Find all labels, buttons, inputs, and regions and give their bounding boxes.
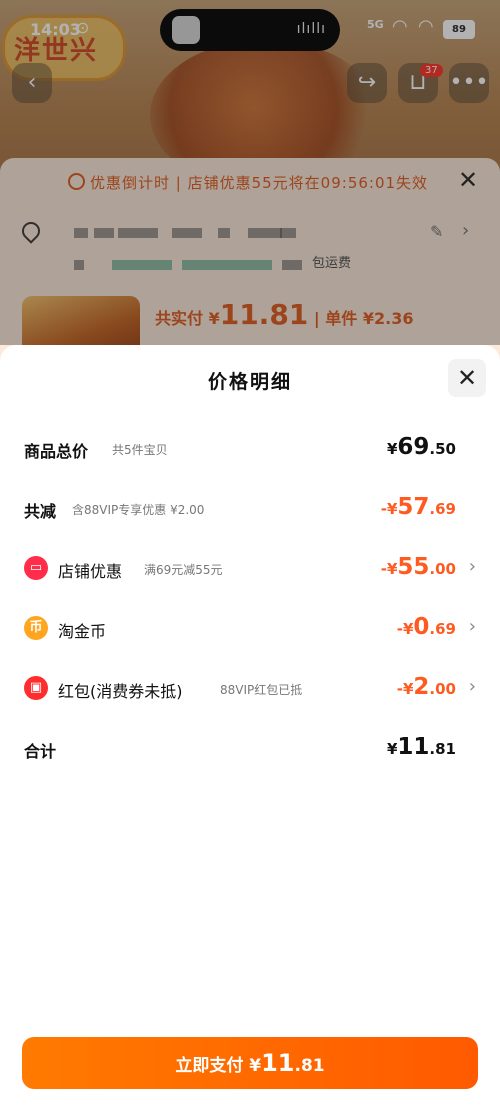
chevron-right-icon: › <box>468 676 476 697</box>
currency: ¥ <box>386 440 398 458</box>
coin-icon: 币 <box>24 616 48 640</box>
currency: ¥ <box>386 740 398 758</box>
row-label: 淘金币 <box>58 622 107 641</box>
price-row-subtotal: 商品总价 共5件宝贝 ¥69.50 <box>24 434 476 464</box>
row-label: 共减 <box>24 502 57 521</box>
row-amount: -¥57.69 <box>381 494 456 520</box>
close-button[interactable]: ✕ <box>448 359 486 397</box>
amount-integer: 0 <box>413 614 430 640</box>
amount-integer: 2 <box>413 674 430 700</box>
amount-decimal: .81 <box>429 740 456 758</box>
currency: ¥ <box>249 1056 262 1076</box>
amount-decimal: .00 <box>429 560 456 578</box>
amount-decimal: .69 <box>429 500 456 518</box>
row-label: 红包(消费券未抵) <box>58 682 183 701</box>
amount-integer: 11 <box>261 1049 295 1077</box>
amount-decimal: .81 <box>294 1056 325 1076</box>
row-label: 合计 <box>24 742 57 761</box>
modal-title: 价格明细 <box>207 371 292 393</box>
amount-integer: 55 <box>397 554 430 580</box>
row-amount: ¥69.50 <box>387 434 456 460</box>
close-icon: ✕ <box>456 364 478 392</box>
currency: -¥ <box>396 620 414 638</box>
row-label: 店铺优惠 <box>58 562 123 581</box>
row-subtitle: 88VIP红包已抵 <box>220 683 303 697</box>
amount-decimal: .69 <box>429 620 456 638</box>
currency: -¥ <box>380 560 398 578</box>
row-subtitle: 含88VIP专享优惠 ¥2.00 <box>72 503 205 517</box>
amount-integer: 69 <box>397 434 430 460</box>
store-icon: ▭ <box>24 556 48 580</box>
amount-integer: 57 <box>397 494 430 520</box>
pay-button-label: 立即支付 <box>175 1056 244 1076</box>
row-amount: -¥0.69 <box>397 614 456 640</box>
amount-decimal: .00 <box>429 680 456 698</box>
chevron-right-icon: › <box>468 616 476 637</box>
amount-integer: 11 <box>397 734 430 760</box>
chevron-right-icon: › <box>468 556 476 577</box>
price-detail-sheet: 价格明细 ✕ 商品总价 共5件宝贝 ¥69.50 共减 含88VIP专享优惠 ¥… <box>0 345 500 1111</box>
row-label: 商品总价 <box>24 442 89 461</box>
row-subtitle: 满69元减55元 <box>144 563 223 577</box>
price-row-taojinbi[interactable]: 币 淘金币 -¥0.69 › <box>24 614 476 644</box>
red-packet-icon: ▣ <box>24 676 48 700</box>
amount-decimal: .50 <box>429 440 456 458</box>
price-row-total: 合计 ¥11.81 <box>24 734 476 764</box>
currency: -¥ <box>396 680 414 698</box>
price-row-discount-total: 共减 含88VIP专享优惠 ¥2.00 -¥57.69 <box>24 494 476 524</box>
price-row-store-discount[interactable]: ▭ 店铺优惠 满69元减55元 -¥55.00 › <box>24 554 476 584</box>
pay-now-button[interactable]: 立即支付 ¥11.81 <box>22 1037 478 1089</box>
row-amount: -¥55.00 <box>381 554 456 580</box>
price-row-red-packet[interactable]: ▣ 红包(消费券未抵) 88VIP红包已抵 -¥2.00 › <box>24 674 476 704</box>
modal-backdrop[interactable] <box>0 0 500 345</box>
row-amount: ¥11.81 <box>387 734 456 760</box>
currency: -¥ <box>380 500 398 518</box>
row-amount: -¥2.00 <box>397 674 456 700</box>
row-subtitle: 共5件宝贝 <box>112 443 168 457</box>
